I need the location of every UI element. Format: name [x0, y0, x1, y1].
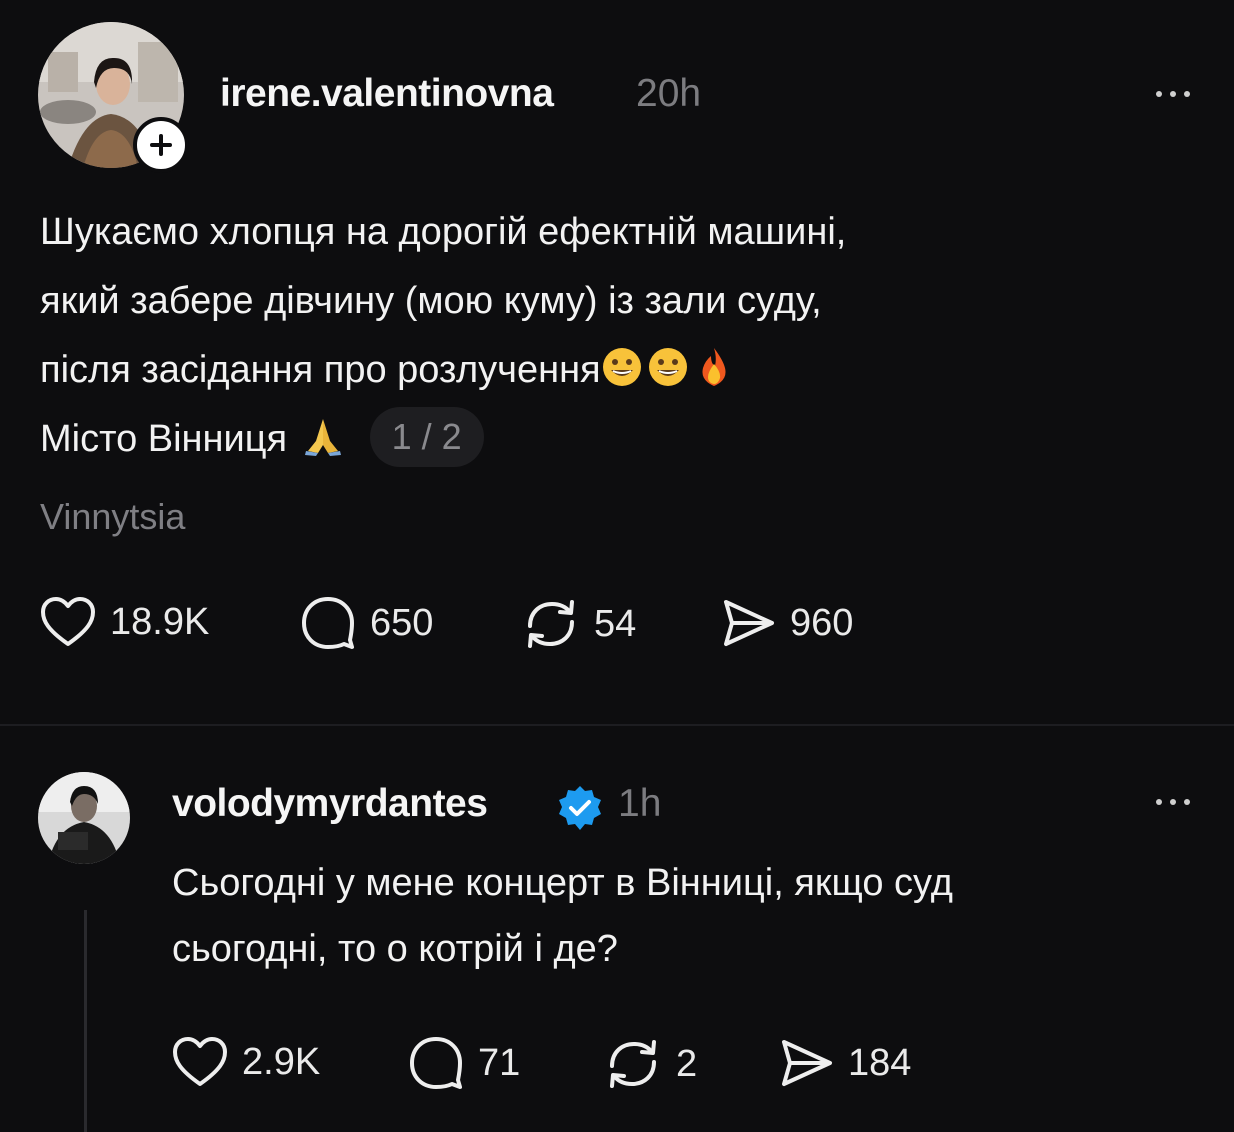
follow-button[interactable]: [133, 117, 189, 173]
grinning-face-icon: [602, 348, 641, 386]
grinning-face-icon: [648, 348, 687, 386]
like-button[interactable]: 18.9K: [40, 596, 209, 648]
share-button[interactable]: 960: [720, 596, 853, 650]
comment-bubble-icon: [302, 597, 354, 649]
post-line-4-text: Місто Вінниця: [40, 418, 288, 460]
reply-timestamp: 1h: [618, 782, 662, 825]
repost-button[interactable]: 54: [522, 596, 636, 652]
reply-line-1: Сьогодні у мене концерт в Вінниці, якщо …: [172, 862, 953, 904]
page-indicator: 1 / 2: [369, 407, 484, 467]
comment-count: 71: [478, 1041, 521, 1084]
post-line-3: після засідання про розлучення: [40, 336, 846, 405]
main-post: irene.valentinovna 20h Шукаємо хлопця на…: [0, 0, 1234, 700]
avatar: [38, 772, 130, 864]
repost-icon: [528, 600, 574, 648]
reply-post-avatar[interactable]: [38, 772, 130, 864]
comment-button[interactable]: 650: [300, 596, 433, 650]
send-icon: [724, 600, 774, 646]
like-button[interactable]: 2.9K: [172, 1036, 320, 1088]
reply-body: Сьогодні у мене концерт в Вінниці, якщо …: [172, 850, 953, 982]
repost-button[interactable]: 2: [604, 1036, 697, 1092]
post-line-4: Місто Вінниця 1 / 2: [40, 405, 846, 474]
plus-icon: [150, 134, 172, 156]
post-line-3-text: після засідання про розлучення: [40, 349, 601, 391]
post-actions: 18.9K 650 54 960: [40, 596, 940, 652]
main-post-avatar[interactable]: [38, 22, 189, 173]
heart-icon: [41, 597, 95, 646]
reply-username[interactable]: volodymyrdantes: [172, 782, 488, 826]
thread-line: [84, 910, 87, 1132]
post-line-2: який забере дівчину (мою куму) із зали с…: [40, 280, 822, 322]
fire-icon: [702, 348, 726, 386]
verified-badge-icon: [559, 786, 601, 830]
post-timestamp: 20h: [636, 72, 702, 115]
reply-actions: 2.9K 71 2 184: [172, 1036, 1072, 1092]
repost-count: 54: [594, 602, 637, 645]
post-body: Шукаємо хлопця на дорогій ефектній машин…: [40, 198, 846, 474]
send-icon: [782, 1040, 832, 1086]
more-options-icon[interactable]: [1156, 91, 1190, 97]
share-button[interactable]: 184: [778, 1036, 911, 1090]
more-options-icon[interactable]: [1156, 799, 1190, 805]
post-username[interactable]: irene.valentinovna: [220, 72, 554, 116]
heart-icon: [173, 1037, 227, 1086]
repost-icon: [610, 1040, 656, 1088]
comment-count: 650: [370, 601, 434, 644]
comment-button[interactable]: 71: [408, 1036, 520, 1090]
post-line-1: Шукаємо хлопця на дорогій ефектній машин…: [40, 211, 847, 253]
folded-hands-icon: [304, 419, 341, 456]
like-count: 18.9K: [110, 600, 210, 643]
share-count: 184: [848, 1041, 912, 1084]
comment-bubble-icon: [410, 1037, 462, 1089]
repost-count: 2: [676, 1042, 698, 1085]
share-count: 960: [790, 601, 854, 644]
like-count: 2.9K: [242, 1040, 321, 1083]
post-location[interactable]: Vinnytsia: [40, 496, 185, 538]
reply-line-2: сьогодні, то о котрій і де?: [172, 928, 618, 970]
